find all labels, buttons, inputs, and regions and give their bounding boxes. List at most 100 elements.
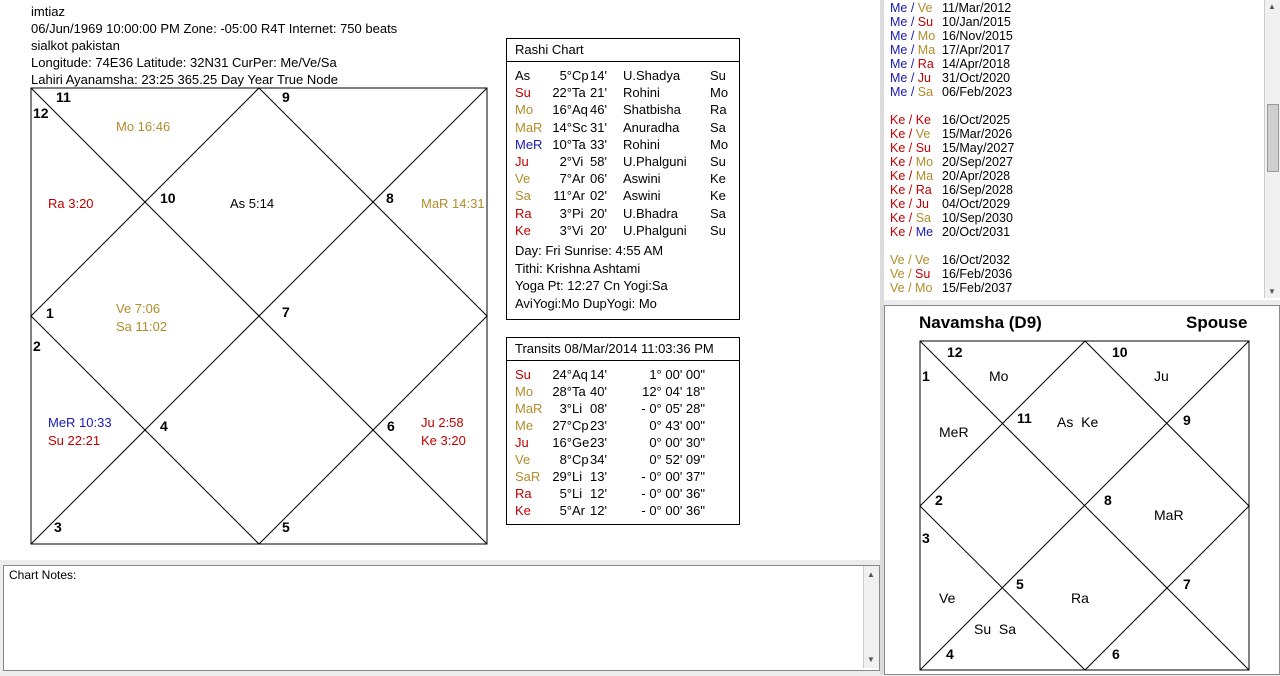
chart-notes-area[interactable]: Chart Notes: ▲ ▼ [3,565,880,671]
chart-notes-label: Chart Notes: [9,568,77,582]
dasha-sublord: Ju [915,197,929,211]
rashi-nakshatra: Rohini [623,136,660,152]
dasha-row[interactable]: Ke / Me 20/Oct/2031 [890,225,1010,239]
dasha-sublord: Su [917,15,934,29]
planet-ascendant: As 5:14 [230,196,275,211]
rashi-sign: Vi [572,154,584,169]
d9-house-9: 9 [1183,412,1191,428]
dasha-row[interactable]: Me / Su 10/Jan/2015 [890,15,1011,29]
dasha-lord: Me [890,15,908,29]
rashi-min: 20' [590,205,607,221]
dasha-row[interactable]: Ke / Ke 16/Oct/2025 [890,113,1010,127]
dasha-date: 16/Sep/2028 [942,183,1013,197]
transit-speed: - 0° 05' 28" [641,401,705,416]
dasha-row[interactable]: Ve / Mo 15/Feb/2037 [890,281,1012,295]
rashi-lord: Mo [710,136,729,152]
dasha-date: 20/Sep/2027 [942,155,1013,169]
dasha-sublord: Mo [915,281,933,295]
dasha-row[interactable]: Ke / Ra 16/Sep/2028 [890,183,1013,197]
rashi-min: 21' [590,85,607,101]
dasha-date: 17/Apr/2017 [942,43,1011,57]
dasha-separator: / [904,281,916,295]
transits-table: Transits 08/Mar/2014 11:03:36 PM Su 24° Aq… [506,337,740,525]
rashi-deg: 22° [552,85,572,101]
dasha-sublord: Ra [917,57,934,71]
rashi-info-line: AviYogi:Mo DupYogi: Mo [515,295,657,311]
dasha-row[interactable]: Ke / Ju 04/Oct/2029 [890,197,1010,211]
rashi-sign: Ta [572,136,586,152]
transit-sign: Cp [572,452,589,467]
transit-deg: 27° [552,418,572,433]
dasha-row[interactable]: Me / Ve 11/Mar/2012 [890,1,1011,15]
dasha-scroll-down-icon[interactable]: ▼ [1265,287,1279,296]
dasha-lord: Me [890,43,908,57]
dasha-row[interactable]: Ke / Sa 10/Sep/2030 [890,211,1013,225]
dasha-lord: Ke [890,113,906,127]
rashi-table: Rashi Chart As 5° Cp 14' U.Shadya Su Su 22° Ta 21… [506,38,740,320]
rashi-sign: Aq [572,102,588,118]
dasha-separator: / [907,43,918,57]
rashi-lord: Ke [710,171,726,187]
dasha-row[interactable]: Me / Ma 17/Apr/2017 [890,43,1010,57]
rashi-min: 31' [590,119,607,135]
d9-house-10: 10 [1112,344,1128,360]
dasha-date: 15/Feb/2037 [942,281,1013,295]
dasha-row[interactable]: Ve / Su 16/Feb/2036 [890,267,1012,281]
rashi-sign: Ta [572,85,586,101]
house-number-6: 6 [387,418,395,434]
dasha-row[interactable]: Me / Sa 06/Feb/2023 [890,85,1012,99]
dasha-sublord: Mo [917,29,936,43]
transit-deg: 29° [552,469,572,484]
dasha-row[interactable]: Ke / Mo 20/Sep/2027 [890,155,1013,169]
dasha-date: 16/Oct/2025 [942,113,1011,127]
dasha-scrollbar[interactable]: ▲ ▼ [1264,0,1280,298]
dasha-date: 11/Mar/2012 [942,1,1012,15]
rashi-row: As 5° Cp 14' U.Shadya Su [515,67,730,84]
rashi-lord: Mo [710,85,729,101]
notes-scrollbar[interactable]: ▲ ▼ [863,566,879,668]
transit-planet: Me [515,418,534,433]
transit-deg: 16° [552,435,572,450]
d9-planet-mars: MaR [1154,507,1184,523]
d9-house-4: 4 [946,646,954,662]
rashi-planet: Ju [515,154,529,169]
scroll-up-arrow-icon[interactable]: ▲ [864,570,878,579]
transit-min: 23' [590,435,607,450]
dasha-scroll-up-icon[interactable]: ▲ [1265,2,1279,11]
transit-min: 23' [590,418,607,433]
house-number-12: 12 [33,105,49,121]
dasha-lord: Ve [890,253,905,267]
d9-house-6: 6 [1112,646,1120,662]
dasha-date: 10/Jan/2015 [942,15,1011,29]
dasha-scroll-thumb[interactable] [1267,104,1279,172]
rashi-planet: Su [515,85,531,101]
d9-planet-rahu: Ra [1071,590,1089,606]
house-number-3: 3 [54,519,62,535]
dasha-list-panel[interactable]: Me / Ve 11/Mar/2012 Me / Su 10/Jan/2015 Me /… [884,0,1280,300]
dasha-row[interactable]: Ke / Ve 15/Mar/2026 [890,127,1012,141]
dasha-sublord: Ma [915,169,934,183]
dasha-row[interactable]: Ke / Ma 20/Apr/2028 [890,169,1010,183]
transit-speed: - 0° 00' 37" [641,469,705,484]
planet-venus: Ve 7:06 [116,301,161,316]
rashi-sign: Cp [572,68,589,83]
dasha-row[interactable]: Me / Ra 14/Apr/2018 [890,57,1010,71]
rashi-deg: 7° [559,171,572,187]
dasha-date: 16/Oct/2032 [942,253,1011,267]
dasha-separator: / [905,127,916,141]
dasha-row[interactable]: Ke / Su 15/May/2027 [890,141,1014,155]
dasha-row[interactable]: Me / Mo 16/Nov/2015 [890,29,1013,43]
dasha-row[interactable]: Ve / Ve 16/Oct/2032 [890,253,1010,267]
dasha-sublord: Ke [915,113,932,127]
rashi-planet: Ra [515,205,532,221]
dasha-lord: Ve [890,267,905,281]
transit-min: 12' [590,503,607,518]
planet-mars: MaR 14:31 [421,196,485,211]
scroll-down-arrow-icon[interactable]: ▼ [864,655,878,664]
dasha-row[interactable]: Me / Ju 31/Oct/2020 [890,71,1010,85]
dasha-separator: / [907,15,918,29]
transit-min: 12' [590,486,607,501]
transits-title: Transits 08/Mar/2014 11:03:36 PM [507,338,739,361]
transit-speed: 0° 00' 30" [649,435,705,450]
dasha-separator: / [907,57,918,71]
